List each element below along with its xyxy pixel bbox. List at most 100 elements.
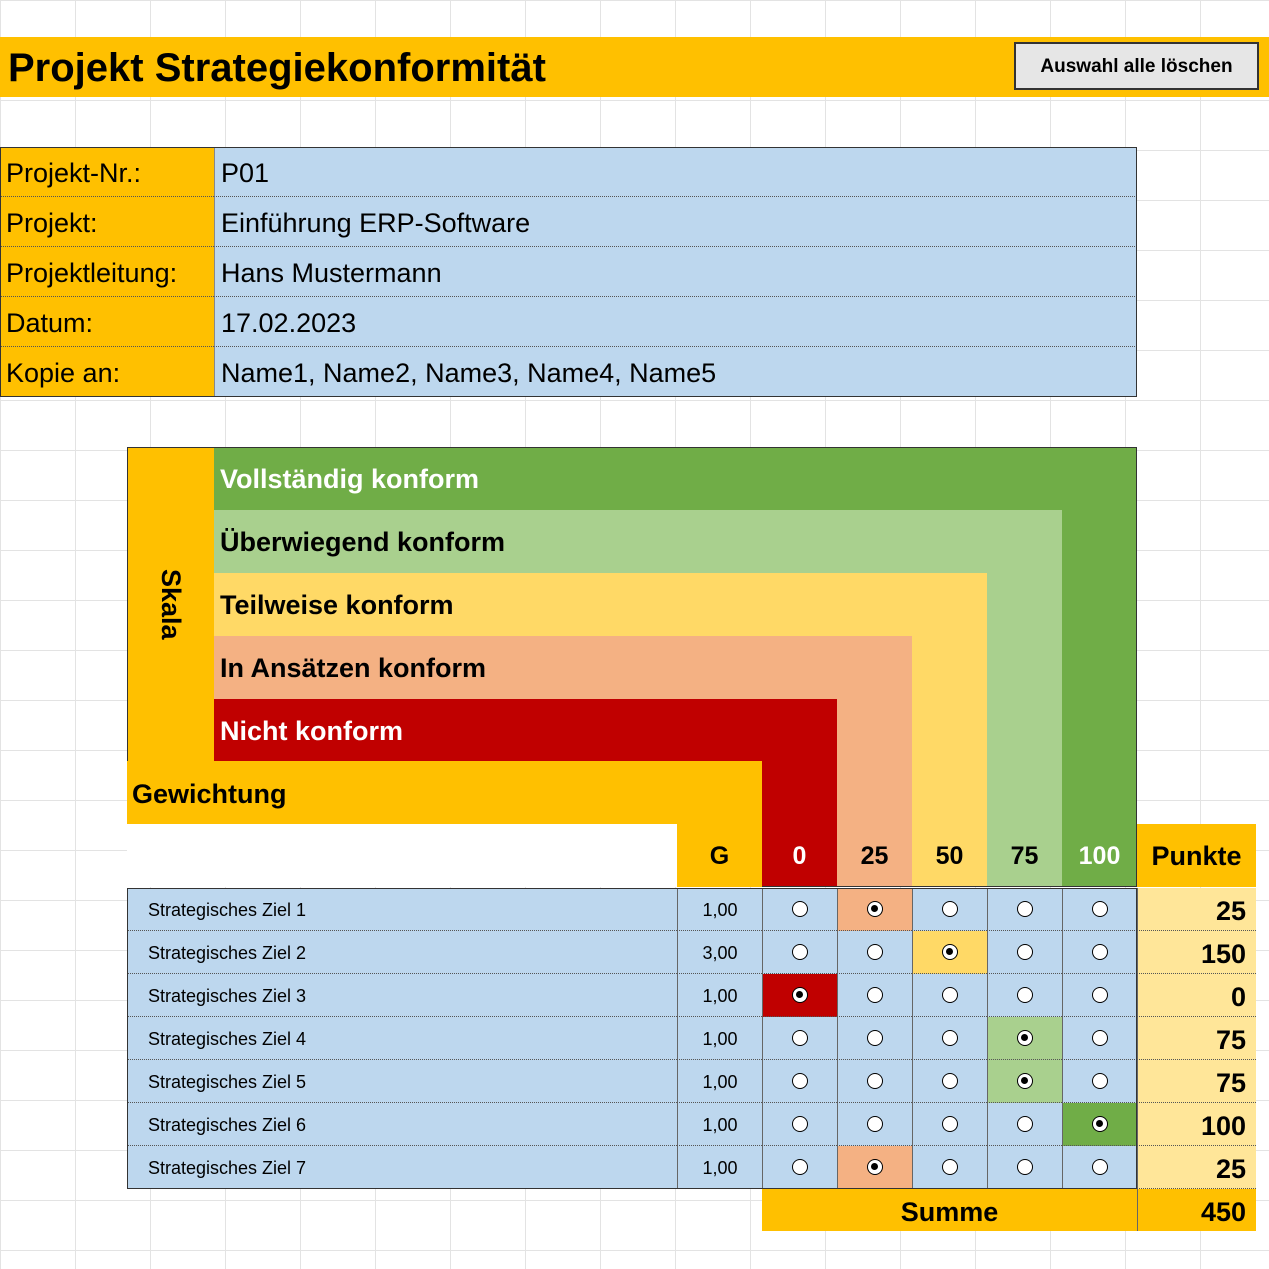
rating-radio[interactable]: [1092, 1073, 1108, 1089]
rating-cell[interactable]: [762, 974, 837, 1017]
rating-cell[interactable]: [1062, 974, 1137, 1017]
rating-radio[interactable]: [1017, 1116, 1033, 1132]
rating-radio[interactable]: [867, 944, 883, 960]
goal-weight[interactable]: 1,00: [677, 1146, 762, 1189]
rating-cell[interactable]: [837, 974, 912, 1017]
rating-radio[interactable]: [867, 901, 883, 917]
rating-cell[interactable]: [912, 888, 987, 931]
rating-cell[interactable]: [1062, 888, 1137, 931]
rating-cell[interactable]: [987, 974, 1062, 1017]
rating-cell[interactable]: [762, 1017, 837, 1060]
clear-selection-button[interactable]: Auswahl alle löschen: [1014, 42, 1259, 90]
rating-radio[interactable]: [1017, 1073, 1033, 1089]
rating-cell[interactable]: [837, 1060, 912, 1103]
scale-level-label: Nicht konform: [220, 716, 404, 746]
rating-cell[interactable]: [837, 1103, 912, 1146]
rating-cell[interactable]: [837, 888, 912, 931]
goal-points: 150: [1137, 931, 1256, 974]
info-block-border: [0, 147, 1137, 397]
rating-radio[interactable]: [1092, 944, 1108, 960]
header-blank: [127, 824, 677, 887]
rating-cell[interactable]: [762, 888, 837, 931]
rating-cell[interactable]: [1062, 931, 1137, 974]
rating-radio[interactable]: [1092, 1159, 1108, 1175]
goal-weight[interactable]: 1,00: [677, 1060, 762, 1103]
rating-cell[interactable]: [762, 1060, 837, 1103]
column-header-score: 100: [1078, 842, 1121, 870]
goal-weight[interactable]: 3,00: [677, 931, 762, 974]
rating-cell[interactable]: [837, 1017, 912, 1060]
rating-radio[interactable]: [1017, 1159, 1033, 1175]
rating-radio[interactable]: [942, 944, 958, 960]
rating-cell[interactable]: [987, 1146, 1062, 1189]
rating-radio[interactable]: [1092, 1030, 1108, 1046]
rating-cell[interactable]: [1062, 1017, 1137, 1060]
rating-radio[interactable]: [942, 1030, 958, 1046]
goal-points: 75: [1137, 1017, 1256, 1060]
rating-cell[interactable]: [987, 1060, 1062, 1103]
rating-radio[interactable]: [867, 987, 883, 1003]
rating-cell[interactable]: [912, 1060, 987, 1103]
rating-radio[interactable]: [792, 1116, 808, 1132]
rating-radio[interactable]: [942, 1159, 958, 1175]
scale-level-label: In Ansätzen konform: [220, 653, 487, 683]
rating-radio[interactable]: [867, 1116, 883, 1132]
rating-radio[interactable]: [867, 1159, 883, 1175]
sum-value: 450: [1137, 1189, 1256, 1231]
column-header-g: G: [677, 824, 762, 887]
rating-radio[interactable]: [942, 1116, 958, 1132]
rating-radio[interactable]: [792, 944, 808, 960]
skala-label: Skala: [127, 447, 214, 761]
goal-points: 100: [1137, 1103, 1256, 1146]
goal-points: 75: [1137, 1060, 1256, 1103]
rating-cell[interactable]: [1062, 1103, 1137, 1146]
rating-radio[interactable]: [1092, 901, 1108, 917]
rating-radio[interactable]: [1092, 1116, 1108, 1132]
skala-text: Skala: [156, 568, 186, 640]
rating-cell[interactable]: [987, 931, 1062, 974]
column-header-score: 0: [792, 842, 807, 870]
rating-cell[interactable]: [987, 888, 1062, 931]
rating-cell[interactable]: [912, 1146, 987, 1189]
page-title: Projekt Strategiekonformität: [8, 46, 546, 90]
rating-radio[interactable]: [792, 1159, 808, 1175]
goal-points: 25: [1137, 1146, 1256, 1189]
rating-radio[interactable]: [1017, 901, 1033, 917]
rating-cell[interactable]: [837, 1146, 912, 1189]
rating-radio[interactable]: [1092, 987, 1108, 1003]
rating-radio[interactable]: [1017, 1030, 1033, 1046]
rating-radio[interactable]: [792, 901, 808, 917]
rating-radio[interactable]: [942, 1073, 958, 1089]
rating-radio[interactable]: [792, 987, 808, 1003]
goal-weight[interactable]: 1,00: [677, 1103, 762, 1146]
rating-radio[interactable]: [1017, 987, 1033, 1003]
rating-radio[interactable]: [867, 1030, 883, 1046]
rating-radio[interactable]: [792, 1030, 808, 1046]
rating-radio[interactable]: [942, 901, 958, 917]
rating-radio[interactable]: [867, 1073, 883, 1089]
rating-cell[interactable]: [987, 1103, 1062, 1146]
rating-cell[interactable]: [912, 931, 987, 974]
rating-cell[interactable]: [762, 931, 837, 974]
rating-radio[interactable]: [942, 987, 958, 1003]
rating-cell[interactable]: [912, 1103, 987, 1146]
rating-cell[interactable]: [762, 1146, 837, 1189]
rating-cell[interactable]: [912, 974, 987, 1017]
rating-cell[interactable]: [1062, 1060, 1137, 1103]
scale-level-label: Teilweise konform: [220, 590, 454, 620]
rating-cell[interactable]: [912, 1017, 987, 1060]
rating-cell[interactable]: [987, 1017, 1062, 1060]
goal-weight[interactable]: 1,00: [677, 974, 762, 1017]
scale-level-label: Überwiegend konform: [220, 527, 506, 557]
rating-cell[interactable]: [762, 1103, 837, 1146]
goal-points: 25: [1137, 888, 1256, 931]
sum-label: Summe: [762, 1189, 1137, 1231]
goal-weight[interactable]: 1,00: [677, 1017, 762, 1060]
goal-label: Strategisches Ziel 6: [127, 1103, 677, 1146]
rating-radio[interactable]: [792, 1073, 808, 1089]
rating-cell[interactable]: [1062, 1146, 1137, 1189]
goal-weight[interactable]: 1,00: [677, 888, 762, 931]
column-header-points: Punkte: [1137, 824, 1256, 887]
rating-cell[interactable]: [837, 931, 912, 974]
rating-radio[interactable]: [1017, 944, 1033, 960]
